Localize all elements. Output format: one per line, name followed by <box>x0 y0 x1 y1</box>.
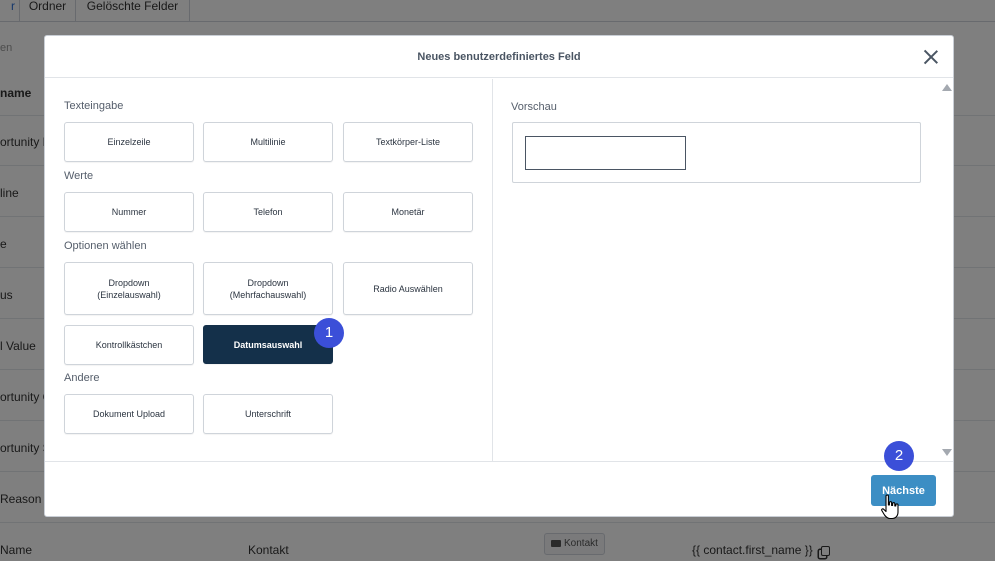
dropdown-multi-button[interactable]: Dropdown (Mehrfachauswahl) <box>203 262 333 315</box>
multi-line-button[interactable]: Multilinie <box>203 122 333 162</box>
hand-cursor-icon <box>881 494 899 520</box>
step-badge-2: 2 <box>884 441 914 471</box>
scroll-up-arrow-icon[interactable] <box>942 84 952 91</box>
file-upload-button[interactable]: Dokument Upload <box>64 394 194 434</box>
modal-footer: Nächste <box>45 461 953 516</box>
step-badge-1: 1 <box>314 318 344 348</box>
section-text-input: Texteingabe <box>64 100 124 112</box>
preview-box <box>512 122 921 183</box>
preview-pane: Vorschau <box>493 79 953 461</box>
section-values: Werte <box>64 170 94 182</box>
scroll-down-arrow-icon[interactable] <box>942 449 952 456</box>
modal-title: Neues benutzerdefiniertes Feld <box>417 51 581 63</box>
single-line-button[interactable]: Einzelzeile <box>64 122 194 162</box>
text-box-list-button[interactable]: Textkörper-Liste <box>343 122 473 162</box>
close-icon[interactable] <box>923 49 939 65</box>
section-options: Optionen wählen <box>64 240 147 252</box>
monetary-button[interactable]: Monetär <box>343 192 473 232</box>
phone-button[interactable]: Telefon <box>203 192 333 232</box>
checkboxes-button[interactable]: Kontrollkästchen <box>64 325 194 365</box>
dropdown-single-button[interactable]: Dropdown (Einzelauswahl) <box>64 262 194 315</box>
number-button[interactable]: Nummer <box>64 192 194 232</box>
preview-label: Vorschau <box>511 101 557 113</box>
signature-button[interactable]: Unterschrift <box>203 394 333 434</box>
field-type-pane: Texteingabe Einzelzeile Multilinie Textk… <box>45 79 493 461</box>
new-custom-field-modal: Neues benutzerdefiniertes Feld Texteinga… <box>44 35 954 517</box>
section-other: Andere <box>64 372 100 384</box>
modal-header: Neues benutzerdefiniertes Feld <box>45 36 953 78</box>
preview-date-input <box>525 136 686 170</box>
radio-select-button[interactable]: Radio Auswählen <box>343 262 473 315</box>
